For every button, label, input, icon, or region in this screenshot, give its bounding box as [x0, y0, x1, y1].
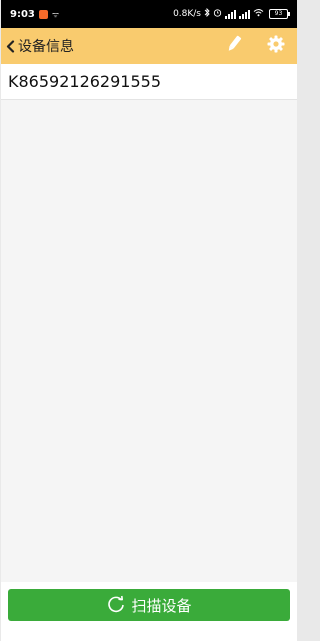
battery-icon: 93 [269, 9, 290, 19]
back-button[interactable]: 设备信息 [1, 28, 74, 64]
bluetooth-icon [204, 7, 210, 20]
wifi-icon [253, 8, 264, 20]
signal-icon [225, 9, 236, 19]
status-bar-right: 0.8K/s 93 [173, 7, 290, 20]
device-id: K86592126291555 [8, 72, 162, 91]
wifi-small-icon: ᯤ [51, 9, 60, 19]
footer-bar: 扫描设备 [1, 582, 297, 641]
app-screen: 9:03 ᯤ 0.8K/s 93 设备信息 K86592126291555 扫描… [1, 0, 297, 641]
network-speed: 0.8K/s [173, 9, 201, 19]
edit-button[interactable] [221, 28, 247, 64]
status-time: 9:03 [10, 8, 35, 20]
settings-button[interactable] [263, 28, 289, 64]
back-chevron-icon [6, 39, 15, 53]
scan-button-label: 扫描设备 [131, 596, 192, 615]
list-item-device[interactable]: K86592126291555 [1, 64, 297, 100]
battery-level: 93 [274, 10, 283, 17]
scan-devices-button[interactable]: 扫描设备 [8, 589, 290, 621]
status-bar-left: 9:03 ᯤ [10, 9, 59, 20]
notification-app-icon [38, 9, 48, 19]
signal-icon [239, 9, 250, 19]
page-title: 设备信息 [18, 39, 74, 55]
pencil-icon [225, 34, 243, 58]
gear-icon [267, 35, 285, 57]
status-bar: 9:03 ᯤ 0.8K/s 93 [1, 0, 297, 28]
alarm-icon [213, 8, 222, 20]
app-bar: 设备信息 [1, 28, 297, 64]
refresh-icon [106, 595, 126, 615]
